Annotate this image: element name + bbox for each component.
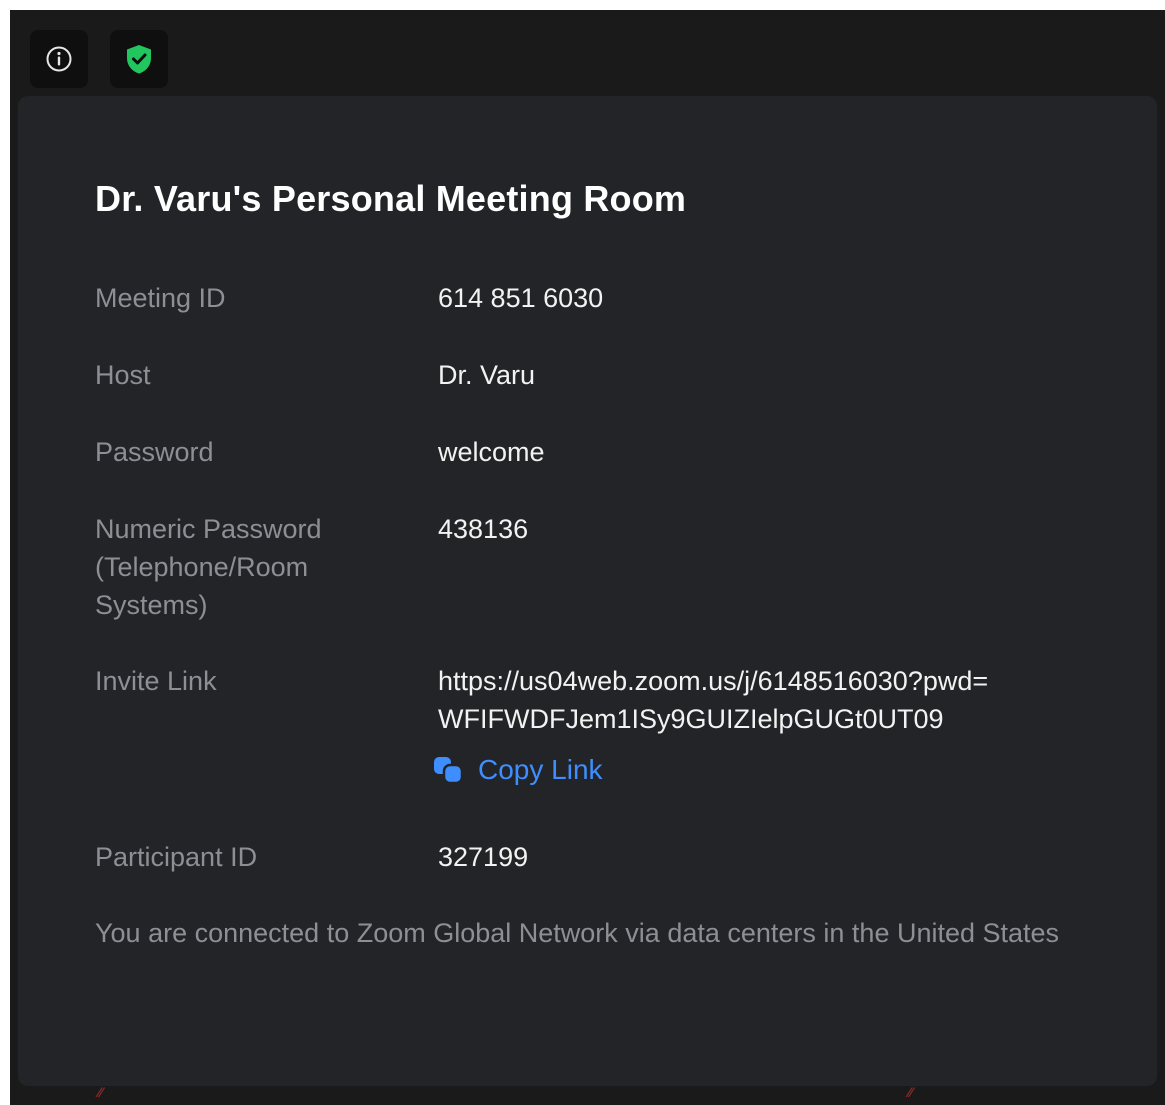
meeting-info-panel: Dr. Varu's Personal Meeting Room Meeting… [18,96,1157,1086]
meeting-id-label: Meeting ID [95,283,226,313]
participant-id-label: Participant ID [95,842,258,872]
info-icon [46,46,72,72]
network-info-text: You are connected to Zoom Global Network… [95,918,1060,948]
copy-icon [434,757,464,785]
numeric-password-label: Numeric Password (Telephone/Room Systems… [95,514,322,620]
password-value: welcome [438,437,545,467]
password-label: Password [95,437,214,467]
invite-link-value-line2: WFIFWDFJem1ISy9GUIZIelpGUGt0UT09 [438,704,944,734]
invite-link-value-line1: https://us04web.zoom.us/j/6148516030?pwd… [438,666,989,696]
copy-link-button[interactable]: Copy Link [432,754,603,786]
meeting-info-window: Dr. Varu's Personal Meeting Room Meeting… [10,10,1165,1105]
encryption-button[interactable] [110,30,168,88]
meeting-id-value: 614 851 6030 [438,283,604,313]
host-label: Host [95,360,151,390]
top-toolbar [10,10,1165,96]
video-tile-indicator-right: ⁄⁄ [908,1084,913,1100]
shield-check-icon [127,45,151,74]
invite-link-label: Invite Link [95,666,217,696]
meeting-title: Dr. Varu's Personal Meeting Room [95,178,687,219]
video-tile-indicator-left: ⁄⁄ [98,1084,103,1100]
numeric-password-value: 438136 [438,514,529,544]
participant-id-value: 327199 [438,842,529,872]
host-value: Dr. Varu [438,360,536,390]
copy-link-label: Copy Link [478,754,603,785]
info-button[interactable] [30,30,88,88]
